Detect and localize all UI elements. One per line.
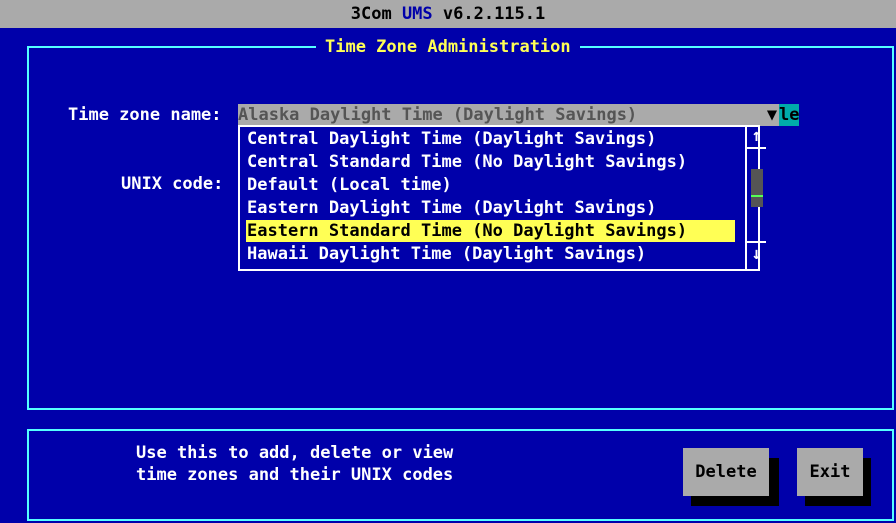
- window-title-bar: 3Com UMS v6.2.115.1: [0, 0, 896, 28]
- unix-code-label: UNIX code:: [121, 174, 224, 194]
- scroll-down-arrow-icon[interactable]: ↓: [747, 243, 766, 265]
- time-zone-name-label: Time zone name:: [68, 105, 222, 125]
- help-text: Use this to add, delete or view time zon…: [136, 442, 453, 486]
- field-overflow-text: le: [779, 104, 799, 126]
- scroll-up-arrow-icon[interactable]: ↑: [747, 125, 766, 147]
- help-line-1: Use this to add, delete or view: [136, 443, 454, 463]
- dialog-title: Time Zone Administration: [316, 36, 580, 58]
- app-title-version: v6.2.115.1: [432, 4, 546, 24]
- help-line-2: time zones and their UNIX codes: [136, 465, 454, 485]
- scrollbar-thumb-marker: [751, 195, 763, 197]
- dropdown-option-selected[interactable]: Eastern Standard Time (No Daylight Savin…: [246, 220, 735, 242]
- time-zone-dropdown-list[interactable]: Central Daylight Time (Daylight Savings)…: [238, 125, 760, 271]
- dropdown-option[interactable]: Central Standard Time (No Daylight Savin…: [246, 151, 735, 173]
- dropdown-option[interactable]: Default (Local time): [246, 174, 735, 196]
- delete-button[interactable]: Delete: [683, 448, 769, 496]
- exit-button[interactable]: Exit: [797, 448, 863, 496]
- scrollbar-divider: [747, 147, 766, 149]
- dropdown-scrollbar[interactable]: ↑ ↓: [745, 125, 766, 271]
- time-zone-select[interactable]: Alaska Daylight Time (Daylight Savings): [238, 104, 769, 126]
- dropdown-option[interactable]: Hawaii Daylight Time (Daylight Savings): [246, 243, 735, 265]
- app-title-prefix: 3Com: [350, 4, 402, 24]
- dropdown-option[interactable]: Eastern Daylight Time (Daylight Savings): [246, 197, 735, 219]
- scrollbar-thumb[interactable]: [751, 169, 763, 207]
- dropdown-arrow-icon[interactable]: ▼: [765, 104, 779, 126]
- app-title-brand: UMS: [401, 4, 433, 24]
- dropdown-option[interactable]: Central Daylight Time (Daylight Savings): [246, 128, 735, 150]
